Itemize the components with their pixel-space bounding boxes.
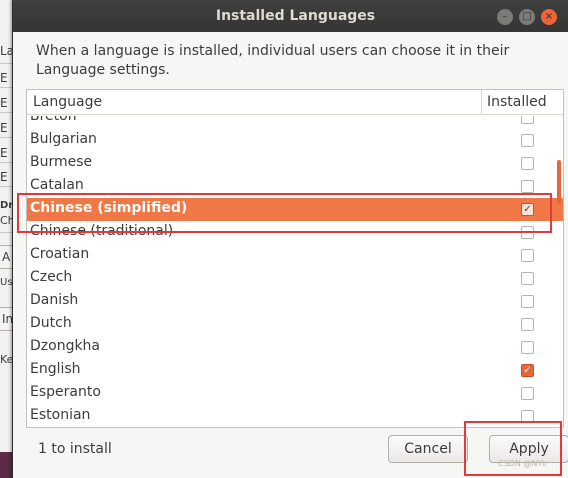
- language-row[interactable]: Danish: [27, 290, 563, 313]
- list-rows: Breton Bulgarian Burmese Catalan Chinese (si…: [27, 116, 563, 427]
- list-viewport: Breton Bulgarian Burmese Catalan Chinese (si…: [27, 116, 563, 427]
- column-header-installed[interactable]: Installed: [487, 94, 547, 110]
- language-name: Bulgarian: [30, 131, 97, 147]
- language-name: Esperanto: [30, 384, 101, 400]
- titlebar: Installed Languages: [13, 0, 568, 32]
- installed-checkbox[interactable]: [521, 341, 534, 354]
- language-row[interactable]: Czech: [27, 267, 563, 290]
- installed-checkbox[interactable]: [521, 387, 534, 400]
- language-list[interactable]: Language Installed Breton Bulgarian Burmes…: [26, 89, 564, 428]
- maximize-icon[interactable]: □: [519, 9, 535, 25]
- language-name: Dzongkha: [30, 338, 101, 354]
- language-name: Dutch: [30, 315, 72, 331]
- language-row[interactable]: Dutch: [27, 313, 563, 336]
- language-name: Czech: [30, 269, 73, 285]
- close-icon[interactable]: ×: [541, 9, 557, 25]
- language-row[interactable]: Croatian: [27, 244, 563, 267]
- installed-checkbox[interactable]: [521, 318, 534, 331]
- language-name: Croatian: [30, 246, 90, 262]
- language-name: Danish: [30, 292, 79, 308]
- language-row[interactable]: Dzongkha: [27, 336, 563, 359]
- language-name: English: [30, 361, 81, 377]
- scrollbar-thumb[interactable]: [557, 160, 561, 204]
- language-row[interactable]: Bulgarian: [27, 129, 563, 152]
- language-row[interactable]: Breton: [27, 116, 563, 129]
- list-header: Language Installed: [27, 90, 563, 115]
- language-row[interactable]: Burmese: [27, 152, 563, 175]
- installed-checkbox[interactable]: [521, 134, 534, 147]
- watermark: CSDN @NYir: [498, 459, 548, 468]
- installed-checkbox[interactable]: [521, 180, 534, 193]
- installed-checkbox[interactable]: [521, 157, 534, 170]
- installed-checkbox[interactable]: [521, 116, 534, 124]
- language-name: Burmese: [30, 154, 93, 170]
- installed-checkbox[interactable]: [521, 249, 534, 262]
- installed-languages-dialog: Installed Languages – □ × When a languag…: [12, 0, 568, 478]
- installed-checkbox[interactable]: [521, 272, 534, 285]
- column-header-language[interactable]: Language: [33, 94, 102, 110]
- language-row[interactable]: English ✓: [27, 359, 563, 382]
- window-title: Installed Languages: [215, 8, 376, 24]
- highlight-box-selected-row: [17, 193, 552, 233]
- minimize-icon[interactable]: –: [497, 9, 513, 25]
- language-name: Estonian: [30, 407, 91, 423]
- language-name: Breton: [30, 116, 77, 124]
- installed-checkbox[interactable]: ✓: [521, 364, 534, 377]
- install-status: 1 to install: [38, 441, 112, 457]
- language-row[interactable]: Esperanto: [27, 382, 563, 405]
- installed-checkbox[interactable]: [521, 295, 534, 308]
- cancel-button[interactable]: Cancel: [388, 435, 468, 463]
- language-name: Catalan: [30, 177, 84, 193]
- column-separator: [481, 90, 482, 114]
- dialog-description: When a language is installed, individual…: [36, 43, 510, 78]
